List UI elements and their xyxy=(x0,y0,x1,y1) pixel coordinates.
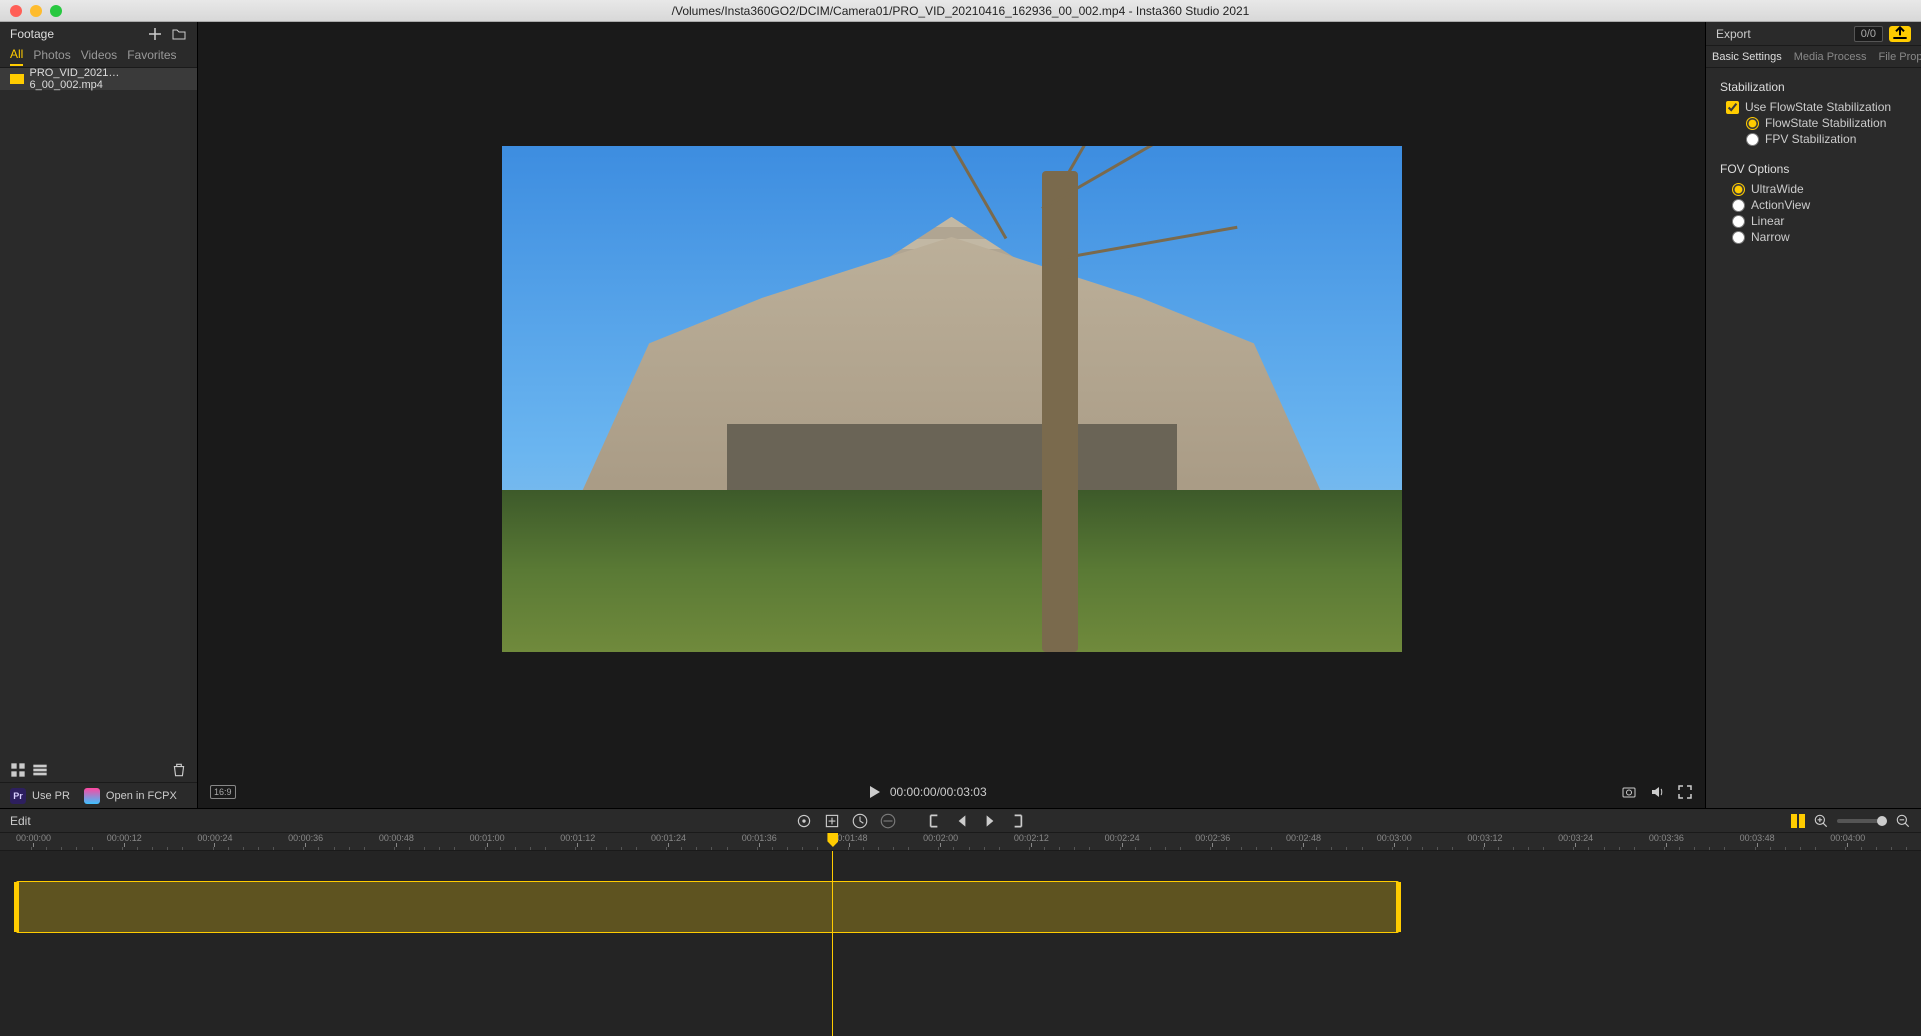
open-fcpx-label: Open in FCPX xyxy=(106,790,177,802)
ruler-tick: 00:02:00 xyxy=(923,833,958,847)
list-view-button[interactable] xyxy=(32,762,48,778)
settings-panel: Export 0/0 Basic Settings Media Process … xyxy=(1705,22,1921,808)
fullscreen-button[interactable] xyxy=(1677,784,1693,800)
tab-media-process[interactable]: Media Process xyxy=(1788,51,1873,63)
stab-mode-fpv[interactable]: FPV Stabilization xyxy=(1746,132,1907,146)
export-queue-count: 0/0 xyxy=(1854,26,1883,42)
close-window-button[interactable] xyxy=(10,5,22,17)
delete-footage-button[interactable] xyxy=(171,762,187,778)
preview-canvas[interactable] xyxy=(198,22,1705,776)
timeline-ruler[interactable]: 00:00:00 00:00:12 00:00:24 00:00:36 00:00:48… xyxy=(0,833,1921,851)
tab-basic-settings[interactable]: Basic Settings xyxy=(1706,51,1788,63)
ruler-tick: 00:00:36 xyxy=(288,833,323,847)
footage-header: Footage xyxy=(10,27,54,41)
tab-favorites[interactable]: Favorites xyxy=(127,48,176,65)
clip-in-handle[interactable] xyxy=(14,882,19,932)
footage-tabs: All Photos Videos Favorites xyxy=(0,46,197,68)
footage-list: PRO_VID_2021…6_00_002.mp4 xyxy=(0,68,197,758)
ruler-tick: 00:00:00 xyxy=(16,833,51,847)
add-footage-button[interactable] xyxy=(147,26,163,42)
export-label: Export xyxy=(1716,27,1751,41)
ruler-tick: 00:01:00 xyxy=(470,833,505,847)
deepTrack-tool-icon[interactable] xyxy=(823,812,841,830)
ruler-tick: 00:00:12 xyxy=(107,833,142,847)
next-frame-icon[interactable] xyxy=(981,812,999,830)
clip-out-handle[interactable] xyxy=(1396,882,1401,932)
zoom-slider[interactable] xyxy=(1837,819,1887,823)
open-fcpx-button[interactable]: Open in FCPX xyxy=(84,788,177,804)
timeline-mode-toggle[interactable] xyxy=(1791,814,1805,828)
ruler-tick: 00:01:24 xyxy=(651,833,686,847)
video-thumb-icon xyxy=(10,74,24,84)
fov-actionview[interactable]: ActionView xyxy=(1732,198,1907,212)
ruler-tick: 00:03:48 xyxy=(1740,833,1775,847)
window-title: /Volumes/Insta360GO2/DCIM/Camera01/PRO_V… xyxy=(0,4,1921,18)
ruler-tick: 00:04:00 xyxy=(1830,833,1865,847)
video-frame xyxy=(502,146,1402,652)
zoom-out-icon[interactable] xyxy=(1895,813,1911,829)
playhead[interactable] xyxy=(832,851,833,1036)
ruler-tick: 00:02:24 xyxy=(1105,833,1140,847)
fcpx-icon xyxy=(84,788,100,804)
timecode: 00:00:00/00:03:03 xyxy=(890,785,987,799)
tab-videos[interactable]: Videos xyxy=(81,48,117,65)
minimize-window-button[interactable] xyxy=(30,5,42,17)
export-button[interactable] xyxy=(1889,26,1911,42)
ruler-tick: 00:03:00 xyxy=(1377,833,1412,847)
ruler-tick: 00:00:48 xyxy=(379,833,414,847)
zoom-in-icon[interactable] xyxy=(1813,813,1829,829)
timeline-tracks[interactable] xyxy=(0,851,1921,1036)
snapshot-button[interactable] xyxy=(1621,784,1637,800)
fov-title: FOV Options xyxy=(1720,162,1907,176)
ruler-tick: 00:02:12 xyxy=(1014,833,1049,847)
ruler-tick: 00:03:12 xyxy=(1467,833,1502,847)
timeline-panel: Edit 00:00:0000 xyxy=(0,808,1921,1036)
trim-end-icon[interactable] xyxy=(1009,812,1027,830)
fov-linear[interactable]: Linear xyxy=(1732,214,1907,228)
volume-button[interactable] xyxy=(1649,784,1665,800)
import-folder-button[interactable] xyxy=(171,26,187,42)
prev-frame-icon[interactable] xyxy=(953,812,971,830)
grid-view-button[interactable] xyxy=(10,762,26,778)
ruler-tick: 00:02:36 xyxy=(1195,833,1230,847)
trim-start-icon[interactable] xyxy=(925,812,943,830)
viewer-panel: 16:9 00:00:00/00:03:03 xyxy=(198,22,1705,808)
ruler-tick: 00:01:12 xyxy=(560,833,595,847)
aspect-ratio-badge[interactable]: 16:9 xyxy=(210,785,236,799)
ruler-tick: 00:02:48 xyxy=(1286,833,1321,847)
tab-photos[interactable]: Photos xyxy=(33,48,70,65)
use-pr-label: Use PR xyxy=(32,790,70,802)
use-pr-button[interactable]: Pr Use PR xyxy=(10,788,70,804)
fov-ultrawide[interactable]: UltraWide xyxy=(1732,182,1907,196)
footage-item[interactable]: PRO_VID_2021…6_00_002.mp4 xyxy=(0,68,197,90)
premiere-icon: Pr xyxy=(10,788,26,804)
footage-sidebar: Footage All Photos Videos Favorites PRO_… xyxy=(0,22,198,808)
ruler-tick: 00:01:36 xyxy=(742,833,777,847)
ruler-tick: 00:03:24 xyxy=(1558,833,1593,847)
stab-mode-flowstate[interactable]: FlowState Stabilization xyxy=(1746,116,1907,130)
traffic-lights xyxy=(0,5,62,17)
footage-item-label: PRO_VID_2021…6_00_002.mp4 xyxy=(30,68,188,91)
edit-label: Edit xyxy=(10,814,31,828)
window-titlebar: /Volumes/Insta360GO2/DCIM/Camera01/PRO_V… xyxy=(0,0,1921,22)
speed-tool-icon[interactable] xyxy=(851,812,869,830)
play-button[interactable] xyxy=(870,786,880,798)
use-flowstate-checkbox[interactable]: Use FlowState Stabilization xyxy=(1726,100,1907,114)
keyframe-tool-icon[interactable] xyxy=(795,812,813,830)
motion-blur-tool-icon[interactable] xyxy=(879,812,897,830)
tab-file-properties[interactable]: File Properties xyxy=(1872,51,1921,63)
ruler-tick: 00:00:24 xyxy=(197,833,232,847)
use-flowstate-label: Use FlowState Stabilization xyxy=(1745,100,1891,114)
fov-narrow[interactable]: Narrow xyxy=(1732,230,1907,244)
stabilization-title: Stabilization xyxy=(1720,80,1907,94)
ruler-tick: 00:03:36 xyxy=(1649,833,1684,847)
tab-all[interactable]: All xyxy=(10,47,23,66)
zoom-window-button[interactable] xyxy=(50,5,62,17)
video-clip[interactable] xyxy=(16,881,1399,933)
